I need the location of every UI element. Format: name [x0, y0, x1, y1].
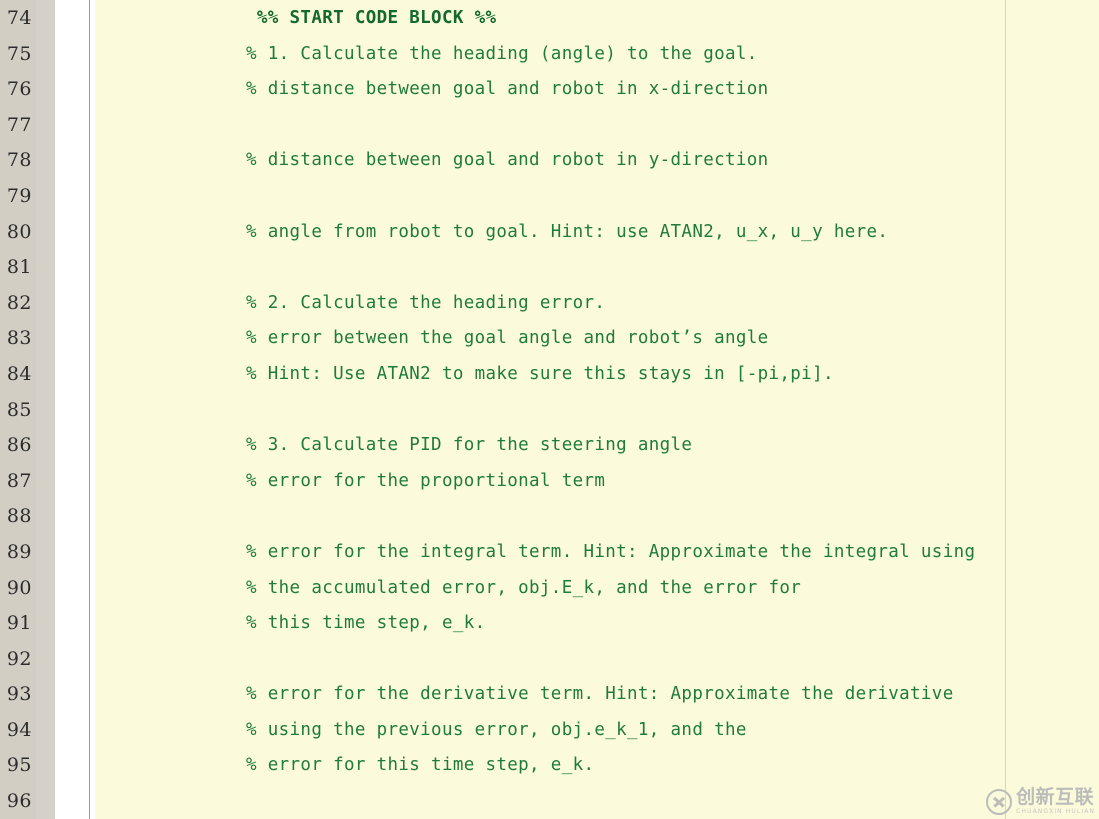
- line-number: 87: [6, 469, 32, 492]
- code-line[interactable]: % error between the goal angle and robot…: [95, 321, 1099, 357]
- line-number: 85: [6, 398, 32, 421]
- line-number: 91: [6, 612, 32, 635]
- code-line[interactable]: %% START CODE BLOCK %%: [95, 1, 1099, 37]
- code-content-pane[interactable]: %% START CODE BLOCK %%% 1. Calculate the…: [95, 0, 1099, 819]
- line-number: 81: [6, 256, 32, 279]
- gutter-fold-spacer: [90, 0, 95, 819]
- code-line[interactable]: % error for the derivative term. Hint: A…: [95, 677, 1099, 713]
- code-line[interactable]: % 3. Calculate PID for the steering angl…: [95, 428, 1099, 464]
- code-line[interactable]: [95, 250, 1099, 286]
- line-number: 86: [6, 434, 32, 457]
- line-number: 90: [6, 576, 32, 599]
- code-line[interactable]: [95, 499, 1099, 535]
- code-line[interactable]: [95, 784, 1099, 819]
- code-line[interactable]: % 1. Calculate the heading (angle) to th…: [95, 37, 1099, 73]
- code-line[interactable]: % error for this time step, e_k.: [95, 748, 1099, 784]
- line-number: 93: [6, 683, 32, 706]
- line-number-column: 74 75 76 77 78 79 80 81 82 83 84 85 86 87 88 89 90 91 92 93…: [0, 0, 36, 819]
- line-number: 80: [6, 220, 32, 243]
- line-number: 83: [6, 327, 32, 350]
- code-line[interactable]: % the accumulated error, obj.E_k, and th…: [95, 571, 1099, 607]
- code-line[interactable]: % angle from robot to goal. Hint: use AT…: [95, 215, 1099, 251]
- line-number: 75: [6, 42, 32, 65]
- code-line[interactable]: % error for the proportional term: [95, 464, 1099, 500]
- line-number: 84: [6, 362, 32, 385]
- code-line[interactable]: % 2. Calculate the heading error.: [95, 286, 1099, 322]
- line-number: 76: [6, 78, 32, 101]
- line-number: 88: [6, 505, 32, 528]
- line-number: 89: [6, 540, 32, 563]
- line-number: 77: [6, 113, 32, 136]
- line-number: 74: [6, 7, 32, 29]
- code-line[interactable]: % distance between goal and robot in x-d…: [95, 72, 1099, 108]
- line-number: 78: [6, 149, 32, 172]
- code-line[interactable]: % distance between goal and robot in y-d…: [95, 143, 1099, 179]
- code-line[interactable]: % this time step, e_k.: [95, 606, 1099, 642]
- code-line[interactable]: [95, 393, 1099, 429]
- code-line-list: %% START CODE BLOCK %%% 1. Calculate the…: [95, 0, 1099, 819]
- code-line[interactable]: [95, 642, 1099, 678]
- gutter-fold-column[interactable]: [55, 0, 89, 819]
- line-number: 94: [6, 718, 32, 741]
- code-line[interactable]: % Hint: Use ATAN2 to make sure this stay…: [95, 357, 1099, 393]
- line-number: 95: [6, 754, 32, 777]
- line-number: 92: [6, 647, 32, 670]
- code-editor: %% START CODE BLOCK %%% 1. Calculate the…: [0, 0, 1099, 819]
- line-number: 79: [6, 184, 32, 207]
- code-line[interactable]: [95, 108, 1099, 144]
- code-line[interactable]: % using the previous error, obj.e_k_1, a…: [95, 713, 1099, 749]
- code-line[interactable]: % error for the integral term. Hint: App…: [95, 535, 1099, 571]
- line-number: 96: [6, 790, 32, 813]
- line-number: 82: [6, 291, 32, 314]
- fold-divider-line: [89, 0, 90, 819]
- gutter-breakpoint-strip[interactable]: [36, 0, 55, 819]
- code-line[interactable]: [95, 179, 1099, 215]
